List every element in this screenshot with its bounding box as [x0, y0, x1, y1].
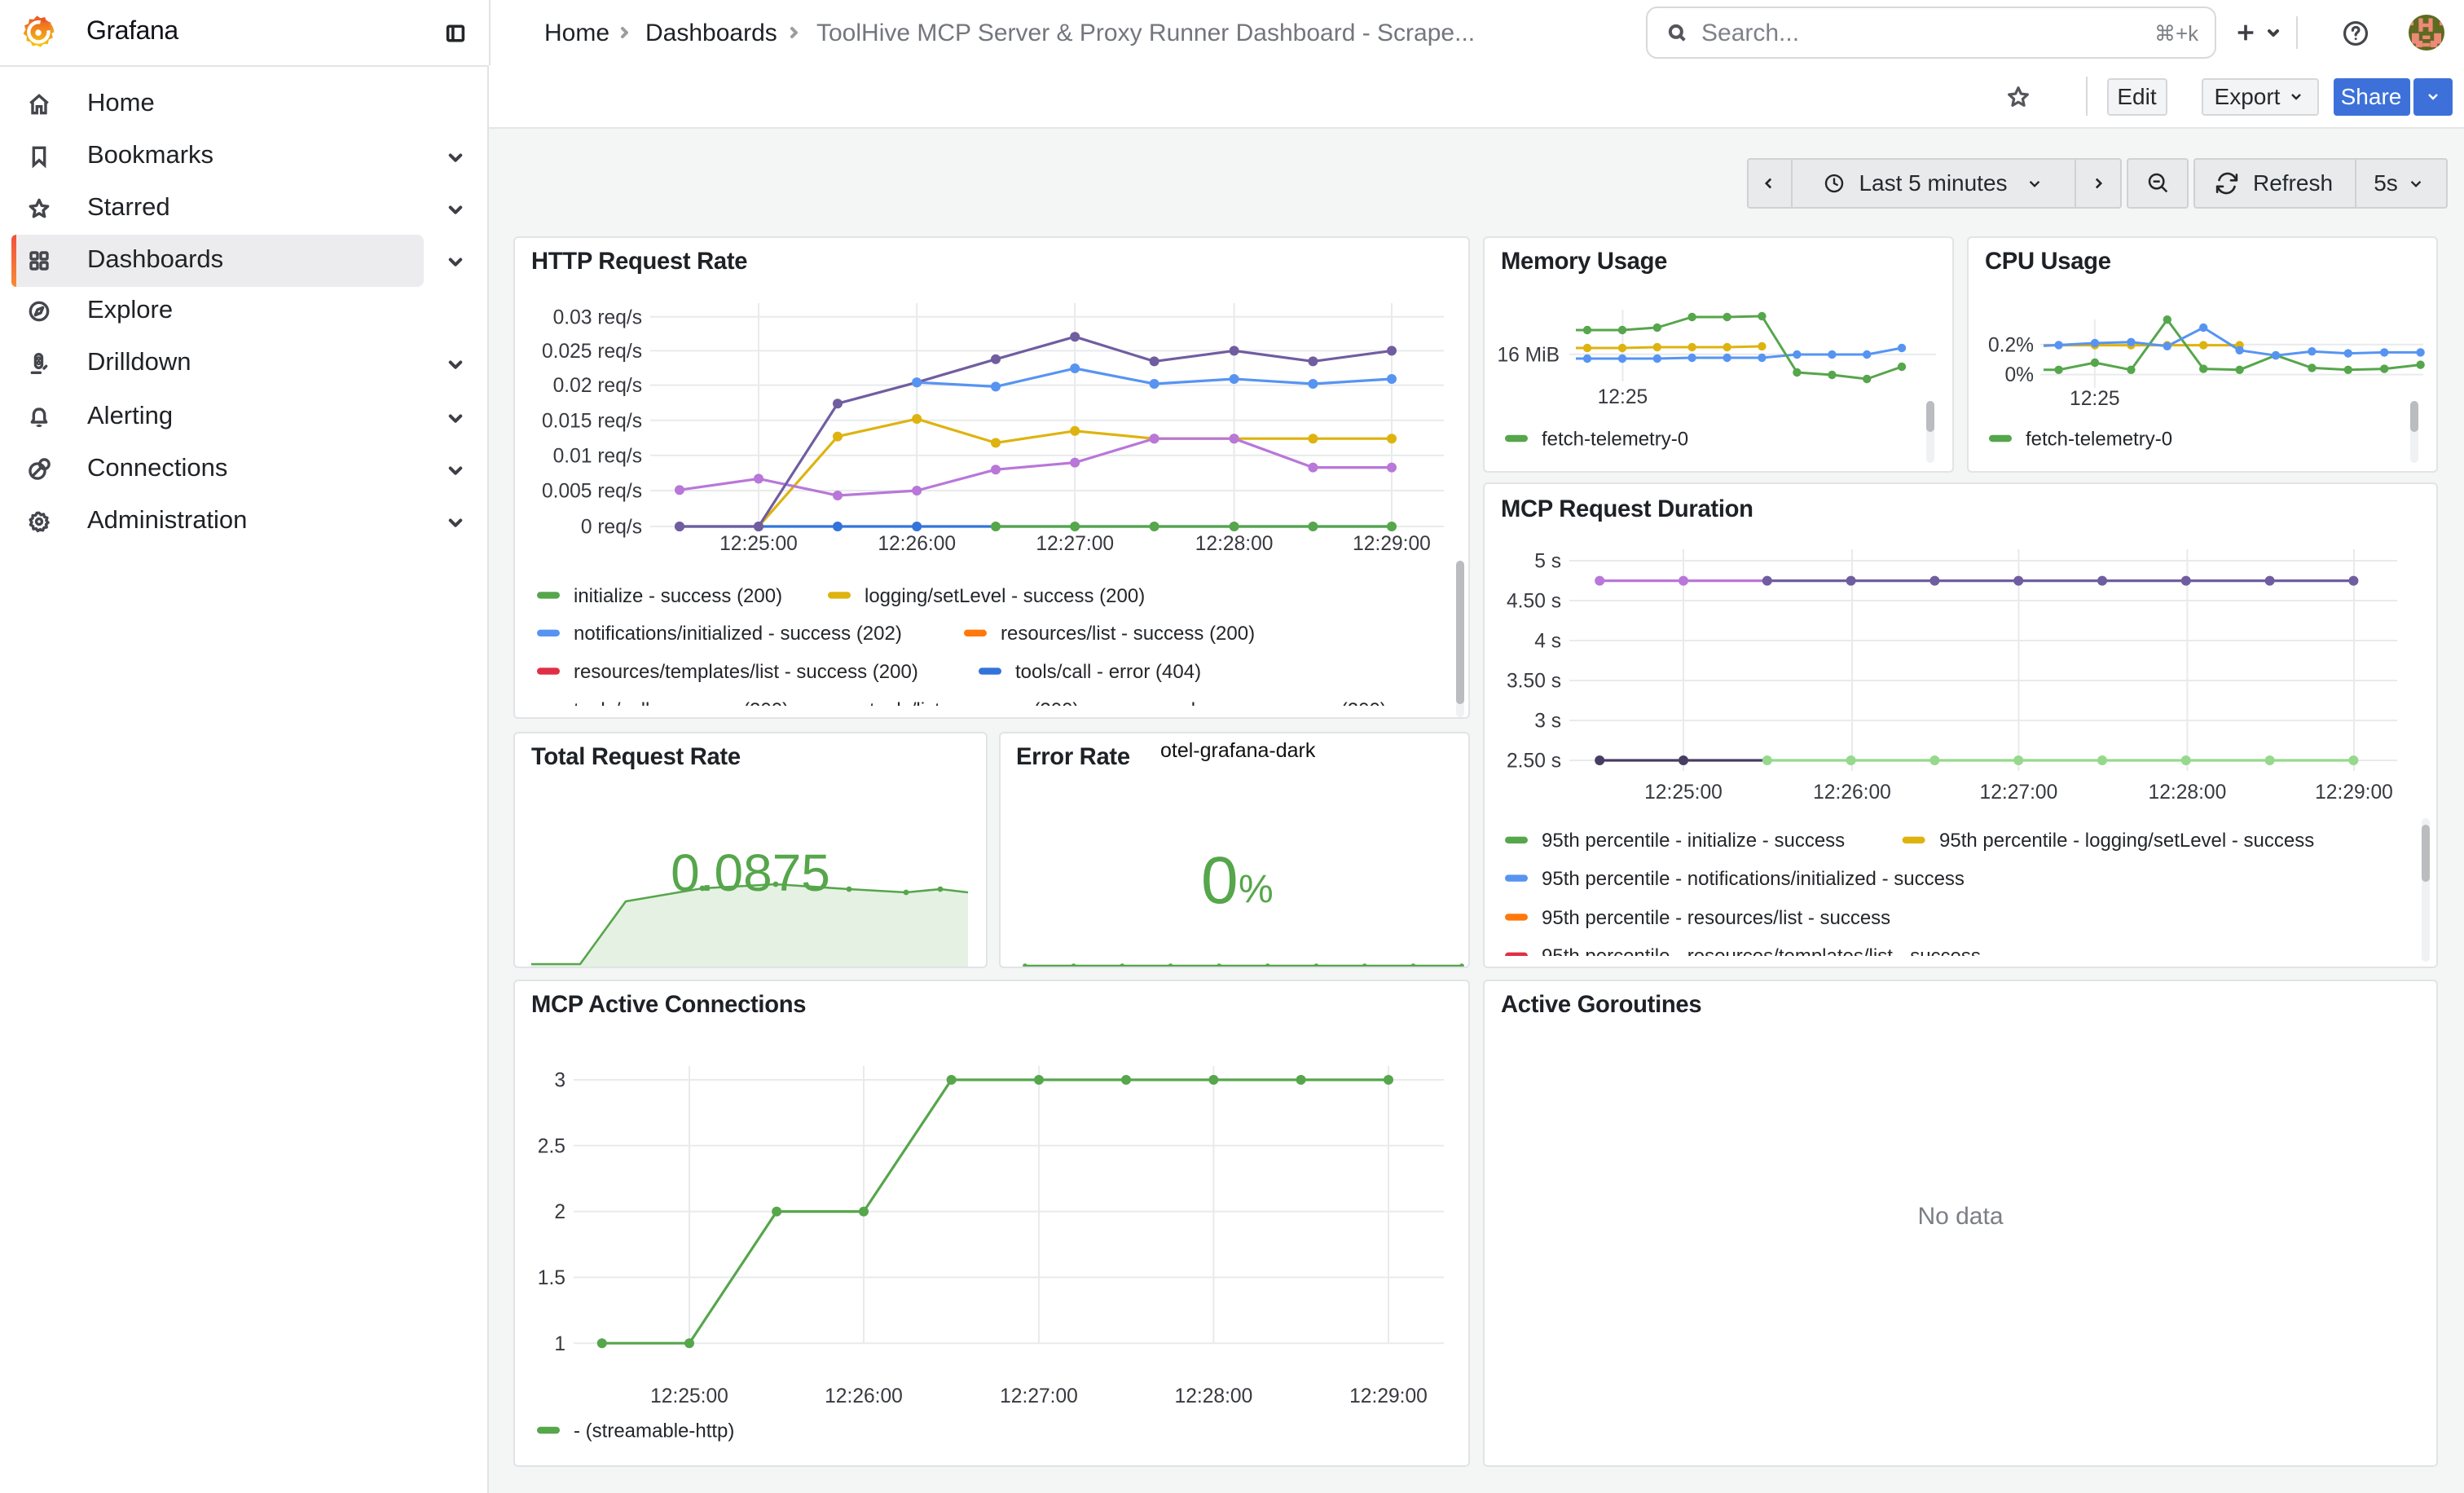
- svg-text:95th percentile - initialize -: 95th percentile - initialize - success: [1542, 830, 1845, 852]
- svg-text:12:26:00: 12:26:00: [878, 532, 956, 554]
- svg-text:2: 2: [554, 1200, 565, 1222]
- svg-text:12:28:00: 12:28:00: [1195, 532, 1274, 554]
- svg-text:95th percentile - notification: 95th percentile - notifications/initiali…: [1542, 868, 1965, 890]
- svg-text:initialize - success (200): initialize - success (200): [574, 584, 782, 606]
- svg-text:0.0875: 0.0875: [671, 843, 830, 901]
- svg-text:12:26:00: 12:26:00: [825, 1385, 903, 1407]
- svg-text:resources/templates/list - suc: resources/templates/list - success (200): [574, 660, 918, 682]
- svg-text:12:25:00: 12:25:00: [650, 1385, 728, 1407]
- svg-text:12:29:00: 12:29:00: [1353, 532, 1431, 554]
- svg-text:0 req/s: 0 req/s: [581, 516, 642, 538]
- svg-text:0.015 req/s: 0.015 req/s: [542, 409, 642, 431]
- svg-text:resources/list - success (200): resources/list - success (200): [1001, 622, 1255, 644]
- svg-text:2.50 s: 2.50 s: [1507, 751, 1561, 773]
- svg-text:12:29:00: 12:29:00: [1349, 1385, 1428, 1407]
- svg-text:fetch-telemetry-0: fetch-telemetry-0: [1542, 427, 1688, 449]
- svg-text:0.02 req/s: 0.02 req/s: [553, 374, 642, 396]
- svg-text:12:27:00: 12:27:00: [1980, 782, 2058, 804]
- svg-text:fetch-telemetry-0: fetch-telemetry-0: [2026, 427, 2172, 449]
- svg-text:%: %: [1238, 867, 1273, 910]
- svg-text:95th percentile - logging/setL: 95th percentile - logging/setLevel - suc…: [1939, 830, 2314, 852]
- svg-text:95th percentile - resources/li: 95th percentile - resources/list - succe…: [1542, 907, 1890, 929]
- svg-text:0: 0: [1200, 843, 1238, 917]
- svg-text:16 MiB: 16 MiB: [1497, 343, 1560, 365]
- svg-text:1: 1: [554, 1332, 565, 1354]
- svg-text:5 s: 5 s: [1534, 551, 1561, 573]
- svg-text:0.03 req/s: 0.03 req/s: [553, 306, 642, 328]
- svg-text:otel-grafana-dark: otel-grafana-dark: [1159, 738, 1315, 761]
- svg-text:logging/setLevel - success (20: logging/setLevel - success (200): [865, 584, 1145, 606]
- svg-text:- (streamable-http): - (streamable-http): [574, 1419, 734, 1441]
- svg-text:12:25:00: 12:25:00: [719, 532, 798, 554]
- svg-text:12:25: 12:25: [2070, 387, 2120, 409]
- svg-text:0.2%: 0.2%: [1988, 333, 2034, 355]
- svg-text:12:29:00: 12:29:00: [2315, 782, 2393, 804]
- svg-text:12:26:00: 12:26:00: [1813, 782, 1891, 804]
- svg-text:tools/call - error (404): tools/call - error (404): [1015, 660, 1201, 682]
- svg-text:3.50 s: 3.50 s: [1507, 671, 1561, 693]
- svg-text:0%: 0%: [2004, 363, 2034, 385]
- svg-text:1.5: 1.5: [538, 1266, 565, 1288]
- svg-text:12:27:00: 12:27:00: [1000, 1385, 1078, 1407]
- svg-text:3: 3: [554, 1069, 565, 1091]
- svg-text:12:28:00: 12:28:00: [1175, 1385, 1253, 1407]
- svg-text:0.025 req/s: 0.025 req/s: [542, 340, 642, 362]
- svg-text:12:25:00: 12:25:00: [1644, 782, 1723, 804]
- svg-text:0.005 req/s: 0.005 req/s: [542, 480, 642, 502]
- svg-text:2.5: 2.5: [538, 1134, 565, 1156]
- svg-text:12:25: 12:25: [1598, 385, 1648, 407]
- svg-text:12:27:00: 12:27:00: [1036, 532, 1114, 554]
- svg-text:0.01 req/s: 0.01 req/s: [553, 444, 642, 466]
- svg-text:4 s: 4 s: [1534, 631, 1561, 653]
- svg-text:4.50 s: 4.50 s: [1507, 591, 1561, 613]
- svg-text:12:28:00: 12:28:00: [2149, 782, 2227, 804]
- svg-text:3 s: 3 s: [1534, 711, 1561, 733]
- svg-text:notifications/initialized - su: notifications/initialized - success (202…: [574, 622, 902, 644]
